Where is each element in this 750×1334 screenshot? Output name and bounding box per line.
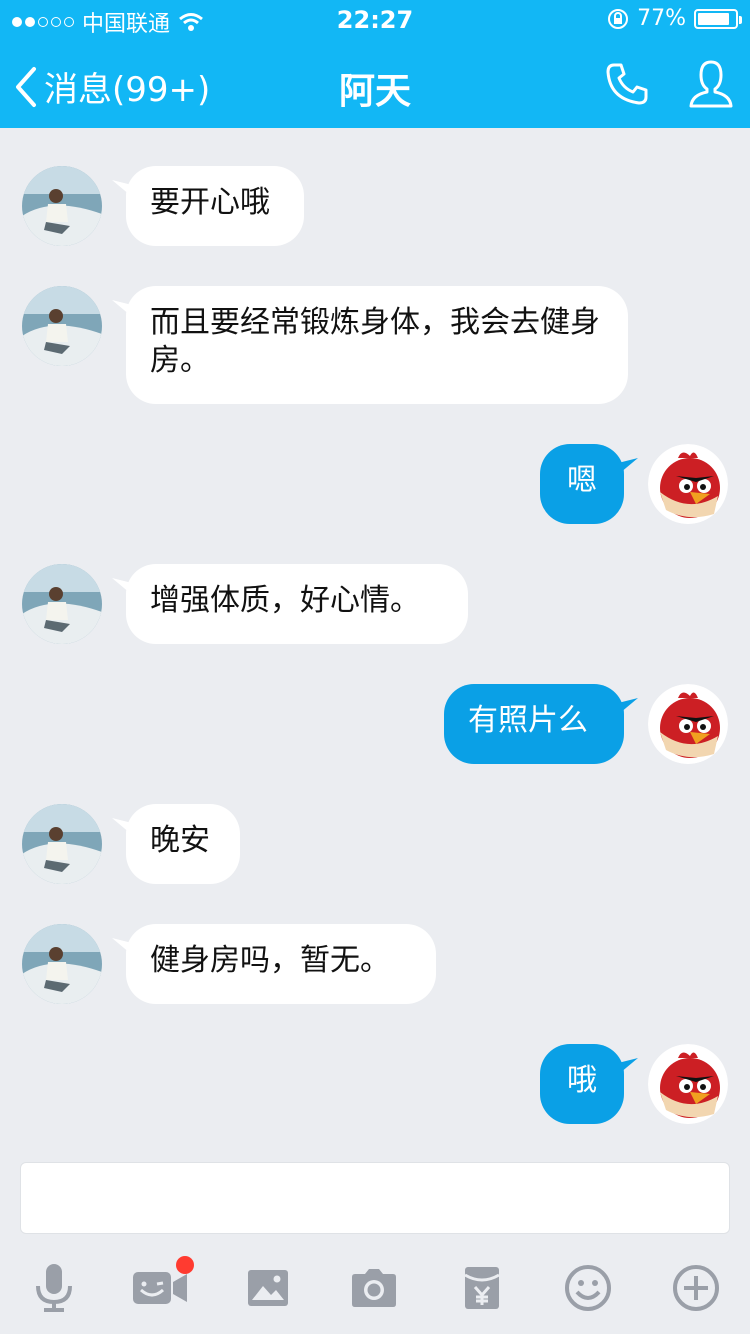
status-bar: 中国联通 22:27 77% bbox=[0, 0, 750, 40]
outgoing-bubble[interactable]: 嗯 bbox=[540, 444, 624, 524]
notification-dot bbox=[176, 1256, 194, 1274]
plus-icon[interactable] bbox=[666, 1258, 726, 1318]
contact-avatar[interactable] bbox=[22, 286, 102, 366]
rotation-lock-icon bbox=[608, 8, 629, 29]
phone-icon[interactable] bbox=[604, 61, 650, 107]
battery-percent: 77% bbox=[637, 6, 686, 31]
chat-toolbar bbox=[0, 1240, 750, 1334]
my-avatar[interactable] bbox=[648, 1044, 728, 1124]
my-avatar[interactable] bbox=[648, 444, 728, 524]
contact-avatar[interactable] bbox=[22, 564, 102, 644]
message-list[interactable]: 要开心哦 而且要经常锻炼身体，我会去健身房。 嗯 增强体质，好心情。 有照片么 … bbox=[0, 128, 750, 1152]
header: 中国联通 22:27 77% 消息(99+) 阿天 bbox=[0, 0, 750, 128]
camera-icon[interactable] bbox=[344, 1258, 404, 1318]
incoming-bubble[interactable]: 要开心哦 bbox=[126, 166, 304, 246]
incoming-bubble[interactable]: 增强体质，好心情。 bbox=[126, 564, 468, 644]
incoming-bubble[interactable]: 而且要经常锻炼身体，我会去健身房。 bbox=[126, 286, 628, 404]
contact-avatar[interactable] bbox=[22, 804, 102, 884]
contact-avatar[interactable] bbox=[22, 166, 102, 246]
outgoing-bubble[interactable]: 哦 bbox=[540, 1044, 624, 1124]
my-avatar[interactable] bbox=[648, 684, 728, 764]
profile-icon[interactable] bbox=[688, 58, 734, 110]
video-chat-icon[interactable] bbox=[130, 1256, 194, 1318]
nav-actions bbox=[604, 58, 734, 110]
battery-icon bbox=[694, 8, 742, 29]
red-packet-icon[interactable] bbox=[452, 1258, 512, 1318]
outgoing-bubble[interactable]: 有照片么 bbox=[444, 684, 624, 764]
status-right: 77% bbox=[607, 6, 742, 31]
incoming-bubble[interactable]: 健身房吗，暂无。 bbox=[126, 924, 436, 1004]
incoming-bubble[interactable]: 晚安 bbox=[126, 804, 240, 884]
message-input[interactable] bbox=[20, 1162, 730, 1234]
microphone-icon[interactable] bbox=[24, 1258, 84, 1318]
emoji-icon[interactable] bbox=[558, 1258, 618, 1318]
contact-avatar[interactable] bbox=[22, 924, 102, 1004]
image-icon[interactable] bbox=[238, 1258, 298, 1318]
